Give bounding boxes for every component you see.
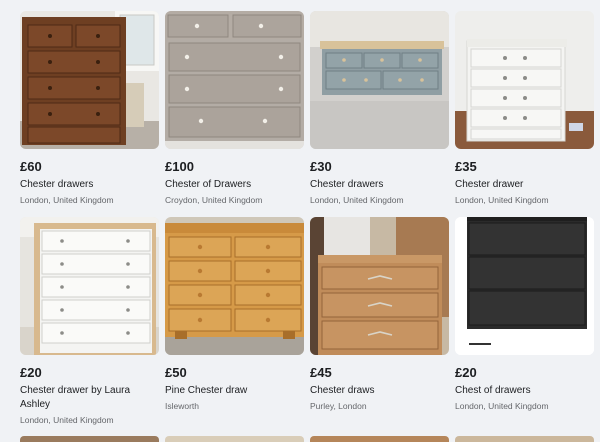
listing-price: £20 [20, 365, 42, 380]
listing-location: London, United Kingdom [20, 415, 114, 425]
listing-location: London, United Kingdom [310, 195, 404, 205]
marketplace-listing-grid: £60 Chester drawers London, United Kingd… [20, 11, 594, 425]
listing-photo[interactable] [310, 11, 449, 149]
pine-chest-of-drawers-photo [165, 217, 304, 355]
listing-price: £60 [20, 159, 42, 174]
listing-title[interactable]: Chester drawer [455, 178, 594, 192]
listing-photo[interactable] [20, 11, 159, 149]
listing-photo[interactable] [165, 217, 304, 355]
listing-price: £45 [310, 365, 332, 380]
listing-card[interactable]: £60 Chester drawers London, United Kingd… [20, 11, 159, 217]
listing-price: £100 [165, 159, 194, 174]
light-wood-chest-of-drawers-photo [310, 217, 449, 355]
listing-card[interactable]: £100 Chester of Drawers Croydon, United … [165, 11, 304, 217]
listing-photo[interactable] [165, 11, 304, 149]
listing-photo[interactable] [455, 11, 594, 149]
listing-card[interactable]: £50 Pine Chester draw Isleworth [165, 217, 304, 423]
listing-card[interactable]: £35 Chester drawer London, United Kingdo… [455, 11, 594, 217]
listing-price: £30 [310, 159, 332, 174]
next-row-photo-edge[interactable] [165, 436, 304, 442]
grey-painted-chest-of-drawers-photo [165, 11, 304, 149]
tall-white-chest-of-drawers-photo [20, 217, 159, 355]
listing-title[interactable]: Chester drawer by Laura Ashley [20, 384, 159, 412]
listing-photo[interactable] [20, 217, 159, 355]
listing-location: London, United Kingdom [455, 195, 549, 205]
dark-wood-chest-of-drawers-photo [20, 11, 159, 149]
listing-title[interactable]: Chest of drawers [455, 384, 594, 398]
listing-card[interactable]: £20 Chest of drawers London, United King… [455, 217, 594, 423]
listing-location: London, United Kingdom [20, 195, 114, 205]
listing-price: £50 [165, 365, 187, 380]
listing-location: London, United Kingdom [455, 401, 549, 411]
white-chest-of-drawers-photo [455, 11, 594, 149]
listing-card[interactable]: £20 Chester drawer by Laura Ashley Londo… [20, 217, 159, 425]
next-row-photo-edge[interactable] [455, 436, 594, 442]
listing-price: £35 [455, 159, 477, 174]
low-blue-grey-pine-chest-photo [310, 11, 449, 149]
listing-title[interactable]: Chester drawers [20, 178, 159, 192]
listing-title[interactable]: Chester draws [310, 384, 449, 398]
listing-title[interactable]: Chester drawers [310, 178, 449, 192]
listing-location: Isleworth [165, 401, 200, 411]
listing-card[interactable]: £30 Chester drawers London, United Kingd… [310, 11, 449, 217]
listing-title[interactable]: Pine Chester draw [165, 384, 304, 398]
listing-price: £20 [455, 365, 477, 380]
listing-photo[interactable] [310, 217, 449, 355]
next-row-photo-edge[interactable] [20, 436, 159, 442]
listing-photo[interactable] [455, 217, 594, 355]
listing-title[interactable]: Chester of Drawers [165, 178, 304, 192]
black-chest-of-drawers-photo [455, 217, 594, 355]
listing-location: Croydon, United Kingdom [165, 195, 263, 205]
listing-card[interactable]: £45 Chester draws Purley, London [310, 217, 449, 423]
next-row-photo-edge[interactable] [310, 436, 449, 442]
listing-location: Purley, London [310, 401, 367, 411]
